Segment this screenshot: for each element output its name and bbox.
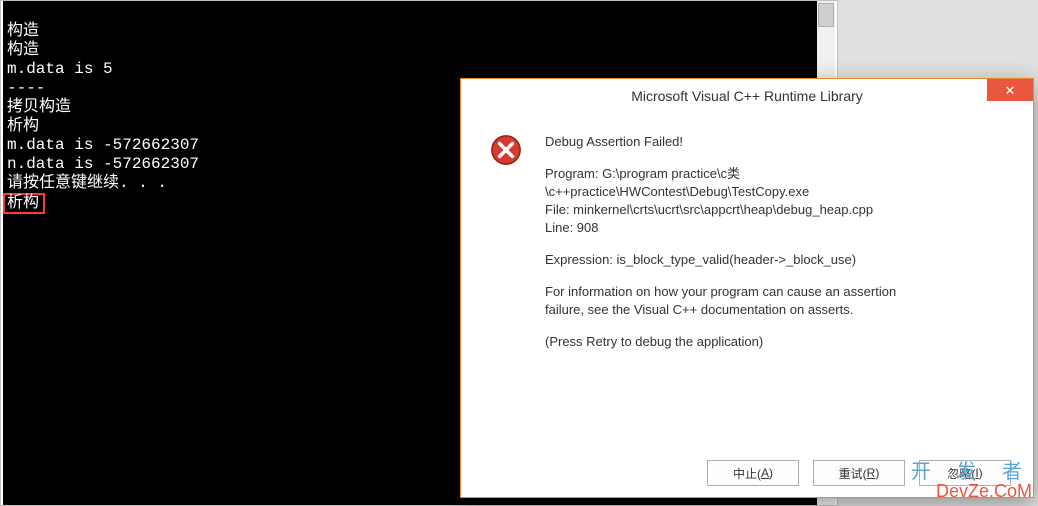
console-line: 拷贝构造 (7, 98, 71, 116)
console-line: 构造 (7, 22, 39, 40)
console-line: 请按任意键继续. . . (7, 174, 167, 192)
info-text: failure, see the Visual C++ documentatio… (545, 301, 896, 319)
runtime-error-dialog: Microsoft Visual C++ Runtime Library ✕ D… (460, 78, 1034, 498)
close-icon: ✕ (1005, 84, 1016, 97)
console-line: ---- (7, 79, 45, 97)
ignore-button[interactable]: 忽略(I) (919, 460, 1011, 486)
dialog-title-text: Microsoft Visual C++ Runtime Library (631, 88, 863, 104)
scrollbar-thumb[interactable] (818, 3, 834, 27)
btn-label: 重试( (839, 465, 867, 482)
retry-button[interactable]: 重试(R) (813, 460, 905, 486)
console-line: 构造 (7, 41, 39, 59)
btn-accel: R (867, 466, 876, 480)
console-line: m.data is 5 (7, 60, 113, 78)
file-path: File: minkernel\crts\ucrt\src\appcrt\hea… (545, 201, 896, 219)
assertion-header: Debug Assertion Failed! (545, 133, 896, 151)
console-line: m.data is -572662307 (7, 136, 199, 154)
retry-hint: (Press Retry to debug the application) (545, 333, 896, 351)
console-line: n.data is -572662307 (7, 155, 199, 173)
line-number: Line: 908 (545, 219, 896, 237)
expression-text: Expression: is_block_type_valid(header->… (545, 251, 896, 269)
console-line: 析构 (7, 117, 39, 135)
dialog-titlebar[interactable]: Microsoft Visual C++ Runtime Library ✕ (461, 79, 1033, 113)
dialog-message: Debug Assertion Failed! Program: G:\prog… (523, 133, 896, 351)
btn-label: ) (769, 466, 773, 480)
program-path: \c++practice\HWContest\Debug\TestCopy.ex… (545, 183, 896, 201)
dialog-footer: 中止(A) 重试(R) 忽略(I) (461, 449, 1033, 497)
btn-accel: A (761, 466, 769, 480)
close-button[interactable]: ✕ (987, 79, 1033, 101)
btn-label: 中止( (733, 465, 761, 482)
error-icon (489, 133, 523, 351)
btn-label: ) (979, 466, 983, 480)
console-line-highlight: 析构 (3, 193, 45, 214)
info-text: For information on how your program can … (545, 283, 896, 301)
btn-label: ) (875, 466, 879, 480)
abort-button[interactable]: 中止(A) (707, 460, 799, 486)
dialog-body: Debug Assertion Failed! Program: G:\prog… (461, 113, 1033, 361)
btn-label: 忽略( (947, 465, 975, 482)
program-path: Program: G:\program practice\c类 (545, 165, 896, 183)
